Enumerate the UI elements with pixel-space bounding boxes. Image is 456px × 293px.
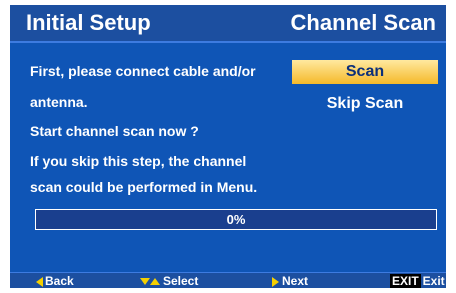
message-line-4: If you skip this step, the channel — [30, 153, 247, 169]
back-hint[interactable]: Back — [36, 274, 74, 288]
scan-progress-bar: 0% — [35, 209, 437, 230]
right-arrow-icon — [272, 276, 279, 287]
section-title: Channel Scan — [290, 10, 436, 35]
skip-scan-option[interactable]: Skip Scan — [292, 92, 438, 116]
page-title: Initial Setup — [26, 10, 151, 35]
message-line-2: antenna. — [30, 94, 88, 110]
message-line-5: scan could be performed in Menu. — [30, 179, 258, 195]
message-line-3: Start channel scan now ? — [30, 123, 199, 139]
down-arrow-icon — [140, 278, 150, 286]
channel-scan-screen: Initial Setup Channel Scan First, please… — [10, 5, 446, 288]
select-hint[interactable]: Select — [140, 274, 198, 288]
left-arrow-icon — [36, 276, 43, 287]
select-label: Select — [163, 274, 199, 288]
header-bar: Initial Setup Channel Scan — [10, 5, 446, 43]
progress-percent: 0% — [226, 212, 246, 227]
exit-label: Exit — [422, 274, 445, 288]
scan-option[interactable]: Scan — [292, 60, 438, 84]
next-hint[interactable]: Next — [272, 274, 308, 288]
back-label: Back — [45, 274, 74, 288]
footer-bar: Back Select Next EXIT Exit — [10, 272, 446, 288]
exit-key-icon: EXIT — [390, 274, 421, 288]
up-arrow-icon — [150, 278, 160, 286]
message-line-1: First, please connect cable and/or — [30, 63, 256, 79]
exit-hint[interactable]: EXIT Exit — [390, 274, 445, 288]
next-label: Next — [282, 274, 309, 288]
